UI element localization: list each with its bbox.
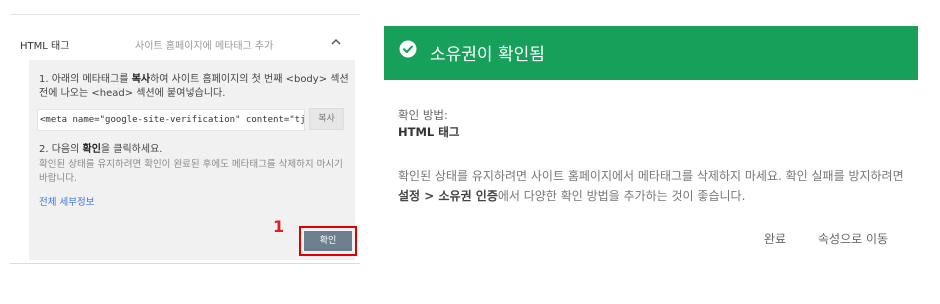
verification-method-row[interactable]: HTML 태그 사이트 홈페이지에 메타태그 추가 (10, 20, 360, 60)
dialog-title: 소유권이 확인됨 (430, 45, 545, 65)
method-title: HTML 태그 (20, 41, 70, 52)
method-description: 사이트 홈페이지에 메타태그 추가 (135, 41, 274, 52)
dialog-header: 소유권이 확인됨 (384, 26, 918, 80)
full-details-link[interactable]: 전체 세부정보 (39, 194, 94, 208)
confirm-button[interactable]: 확인 (304, 231, 352, 251)
copy-button[interactable]: 복사 (309, 108, 344, 130)
divider (10, 263, 360, 264)
method-label: 확인 방법: (398, 108, 448, 122)
highlight-box: 확인 (299, 226, 357, 256)
step2-description: 확인된 상태를 유지하려면 확인이 완료된 후에도 메타태그를 삭제하지 마시기… (39, 159, 343, 184)
go-to-property-button[interactable]: 속성으로 이동 (818, 230, 888, 247)
divider (10, 14, 360, 15)
method-value: HTML 태그 (398, 125, 460, 139)
step2-text: 2. 다음의 확인을 클릭하세요. (39, 144, 163, 155)
done-button[interactable]: 완료 (764, 230, 786, 247)
left-panel: HTML 태그 사이트 홈페이지에 메타태그 추가 1. 아래의 메타태그를 복… (10, 0, 360, 304)
annotation-marker: 1 (273, 217, 285, 236)
check-circle-icon (398, 39, 418, 59)
step1-text: 1. 아래의 메타태그를 복사하여 사이트 홈페이지의 첫 번째 <body> … (39, 74, 349, 99)
chevron-up-icon[interactable] (329, 34, 343, 48)
dialog-description: 확인된 상태를 유지하려면 사이트 홈페이지에서 메타태그를 삭제하지 마세요.… (398, 169, 904, 203)
meta-tag-field[interactable]: <meta name="google-site-verification" co… (37, 109, 305, 131)
